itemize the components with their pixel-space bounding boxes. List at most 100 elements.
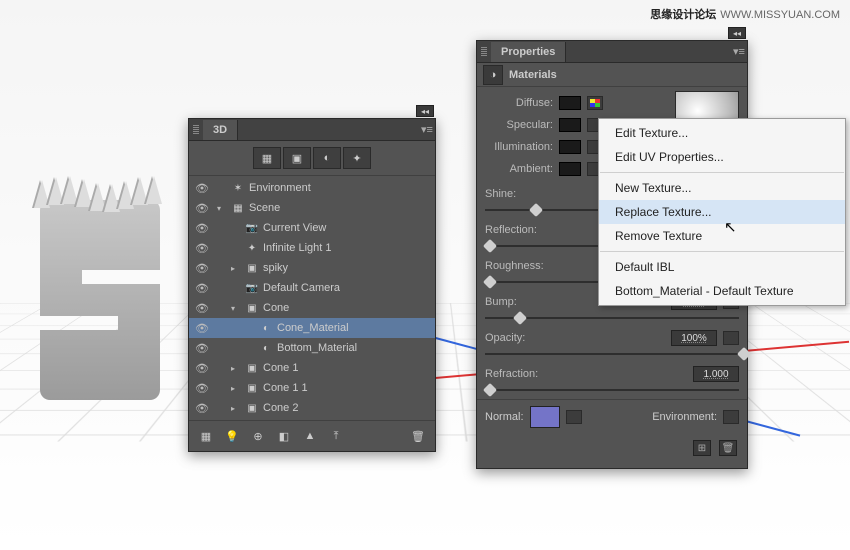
twisty-icon[interactable]: ▾ — [217, 204, 227, 213]
menu-item-remove-texture[interactable]: Remove Texture — [599, 224, 845, 248]
visibility-eye-icon[interactable]: 👁 — [195, 222, 209, 235]
twisty-icon[interactable]: ▸ — [231, 364, 241, 373]
tree-item-default-camera[interactable]: 👁📷Default Camera — [189, 278, 435, 298]
material-icon[interactable]: ◐ — [313, 147, 341, 169]
panel-menu-button[interactable]: ▾≡ — [419, 123, 435, 136]
twisty-icon[interactable]: ▾ — [231, 304, 241, 313]
tree-item-spiky[interactable]: 👁▸▣spiky — [189, 258, 435, 278]
twisty-icon[interactable]: ▸ — [231, 384, 241, 393]
tree-item-bottom-material[interactable]: 👁 ◐ Bottom_Material — [189, 338, 435, 358]
menu-item-bottom-material-default-texture[interactable]: Bottom_Material - Default Texture — [599, 279, 845, 303]
filter-scene-icon[interactable]: ▦ — [197, 427, 215, 445]
tree-item-cone-1-1[interactable]: 👁▸▣Cone 1 1 — [189, 378, 435, 398]
specular-color-swatch[interactable] — [559, 118, 581, 132]
refraction-value[interactable]: 1.000 — [693, 366, 739, 382]
tree-item-label: Current View — [263, 222, 429, 234]
environment-texture-button[interactable] — [723, 410, 739, 424]
tree-item-current-view[interactable]: 👁 📷 Current View — [189, 218, 435, 238]
reflection-label: Reflection: — [485, 224, 537, 236]
opacity-slider[interactable] — [485, 349, 739, 359]
visibility-eye-icon[interactable]: 👁 — [195, 342, 209, 355]
opacity-texture-button[interactable] — [723, 331, 739, 345]
tree-item-cone[interactable]: 👁 ▾ ▣ Cone — [189, 298, 435, 318]
menu-item-default-ibl[interactable]: Default IBL — [599, 255, 845, 279]
twisty-icon[interactable]: ▸ — [231, 404, 241, 413]
panel-grip[interactable] — [193, 125, 199, 135]
menu-item-edit-uv-properties[interactable]: Edit UV Properties... — [599, 145, 845, 169]
diffuse-texture-button[interactable] — [587, 96, 603, 110]
new-layer-icon[interactable]: ◧ — [275, 427, 293, 445]
visibility-eye-icon[interactable]: 👁 — [195, 202, 209, 215]
tree-item-label: Cone 1 — [263, 362, 429, 374]
tree-item-cone-2[interactable]: 👁▸▣Cone 2 — [189, 398, 435, 418]
light-icon: ✦ — [245, 241, 259, 255]
material-icon: ◐ — [259, 321, 273, 335]
ambient-label: Ambient: — [485, 163, 553, 175]
render-icon[interactable]: ▲ — [301, 427, 319, 445]
bump-slider[interactable] — [485, 313, 739, 323]
panel-3d: ◂◂ 3D ▾≡ ▦▣◐✦ 👁✶Environment👁▾▦Scene👁📷Cur… — [188, 118, 436, 452]
specular-label: Specular: — [485, 119, 553, 131]
panel-3d-tab[interactable]: 3D — [203, 120, 238, 140]
roughness-label: Roughness: — [485, 260, 544, 272]
visibility-eye-icon[interactable]: 👁 — [195, 242, 209, 255]
tree-item-environment[interactable]: 👁✶Environment — [189, 178, 435, 198]
visibility-eye-icon[interactable]: 👁 — [195, 362, 209, 375]
visibility-eye-icon[interactable]: 👁 — [195, 182, 209, 195]
diffuse-label: Diffuse: — [485, 97, 553, 109]
panel-properties-tab[interactable]: Properties — [491, 42, 566, 62]
add-icon[interactable]: ⊕ — [249, 427, 267, 445]
3d-object-letter — [40, 200, 160, 400]
panel-menu-button[interactable]: ▾≡ — [731, 45, 747, 58]
tree-item-label: Cone_Material — [277, 322, 429, 334]
tree-item-cone-1[interactable]: 👁 ▸ ▣ Cone 1 — [189, 358, 435, 378]
scene-icon[interactable]: ▦ — [253, 147, 281, 169]
mesh-icon: ▣ — [245, 261, 259, 275]
tree-item-label: Cone — [263, 302, 429, 314]
export-icon[interactable]: ⤒ — [327, 427, 345, 445]
mesh-icon: ▣ — [245, 361, 259, 375]
shine-label: Shine: — [485, 188, 516, 200]
tree-item-label: Cone 2 — [263, 402, 429, 414]
filter-light-icon[interactable]: 💡 — [223, 427, 241, 445]
environment-label: Environment: — [652, 411, 717, 423]
scene-icon: ▦ — [231, 201, 245, 215]
opacity-label: Opacity: — [485, 332, 525, 344]
trash-icon[interactable]: 🗑 — [409, 427, 427, 445]
tree-item-cone-material[interactable]: 👁 ◐ Cone_Material — [189, 318, 435, 338]
material-icon: ◐ — [259, 341, 273, 355]
visibility-eye-icon[interactable]: 👁 — [195, 302, 209, 315]
ambient-color-swatch[interactable] — [559, 162, 581, 176]
panel-grip[interactable] — [481, 47, 487, 57]
tree-item-label: Default Camera — [263, 282, 429, 294]
opacity-value[interactable]: 100% — [671, 330, 717, 346]
tree-item-infinite-light-1[interactable]: 👁✦Infinite Light 1 — [189, 238, 435, 258]
normal-map-swatch[interactable] — [530, 406, 560, 428]
normal-texture-button[interactable] — [566, 410, 582, 424]
mesh-icon[interactable]: ▣ — [283, 147, 311, 169]
illumination-label: Illumination: — [485, 141, 553, 153]
trash-icon[interactable]: 🗑 — [719, 440, 737, 456]
diffuse-color-swatch[interactable] — [559, 96, 581, 110]
visibility-eye-icon[interactable]: 👁 — [195, 262, 209, 275]
menu-item-new-texture[interactable]: New Texture... — [599, 176, 845, 200]
collapse-rail-button[interactable]: ◂◂ — [416, 105, 434, 117]
visibility-eye-icon[interactable]: 👁 — [195, 382, 209, 395]
material-mode-icon[interactable]: ◑ — [483, 65, 503, 85]
tree-item-scene[interactable]: 👁▾▦Scene — [189, 198, 435, 218]
mesh-icon: ▣ — [245, 301, 259, 315]
light-icon[interactable]: ✦ — [343, 147, 371, 169]
visibility-eye-icon[interactable]: 👁 — [195, 282, 209, 295]
menu-item-replace-texture[interactable]: Replace Texture... — [599, 200, 845, 224]
twisty-icon[interactable]: ▸ — [231, 264, 241, 273]
menu-item-edit-texture[interactable]: Edit Texture... — [599, 121, 845, 145]
illumination-color-swatch[interactable] — [559, 140, 581, 154]
camera-icon: 📷 — [245, 221, 259, 235]
collapse-rail-button[interactable]: ◂◂ — [728, 27, 746, 39]
new-material-icon[interactable]: ⊞ — [693, 440, 711, 456]
visibility-eye-icon[interactable]: 👁 — [195, 322, 209, 335]
globe-icon: ✶ — [231, 181, 245, 195]
tree-item-label: Bottom_Material — [277, 342, 429, 354]
visibility-eye-icon[interactable]: 👁 — [195, 402, 209, 415]
refraction-slider[interactable] — [485, 385, 739, 395]
